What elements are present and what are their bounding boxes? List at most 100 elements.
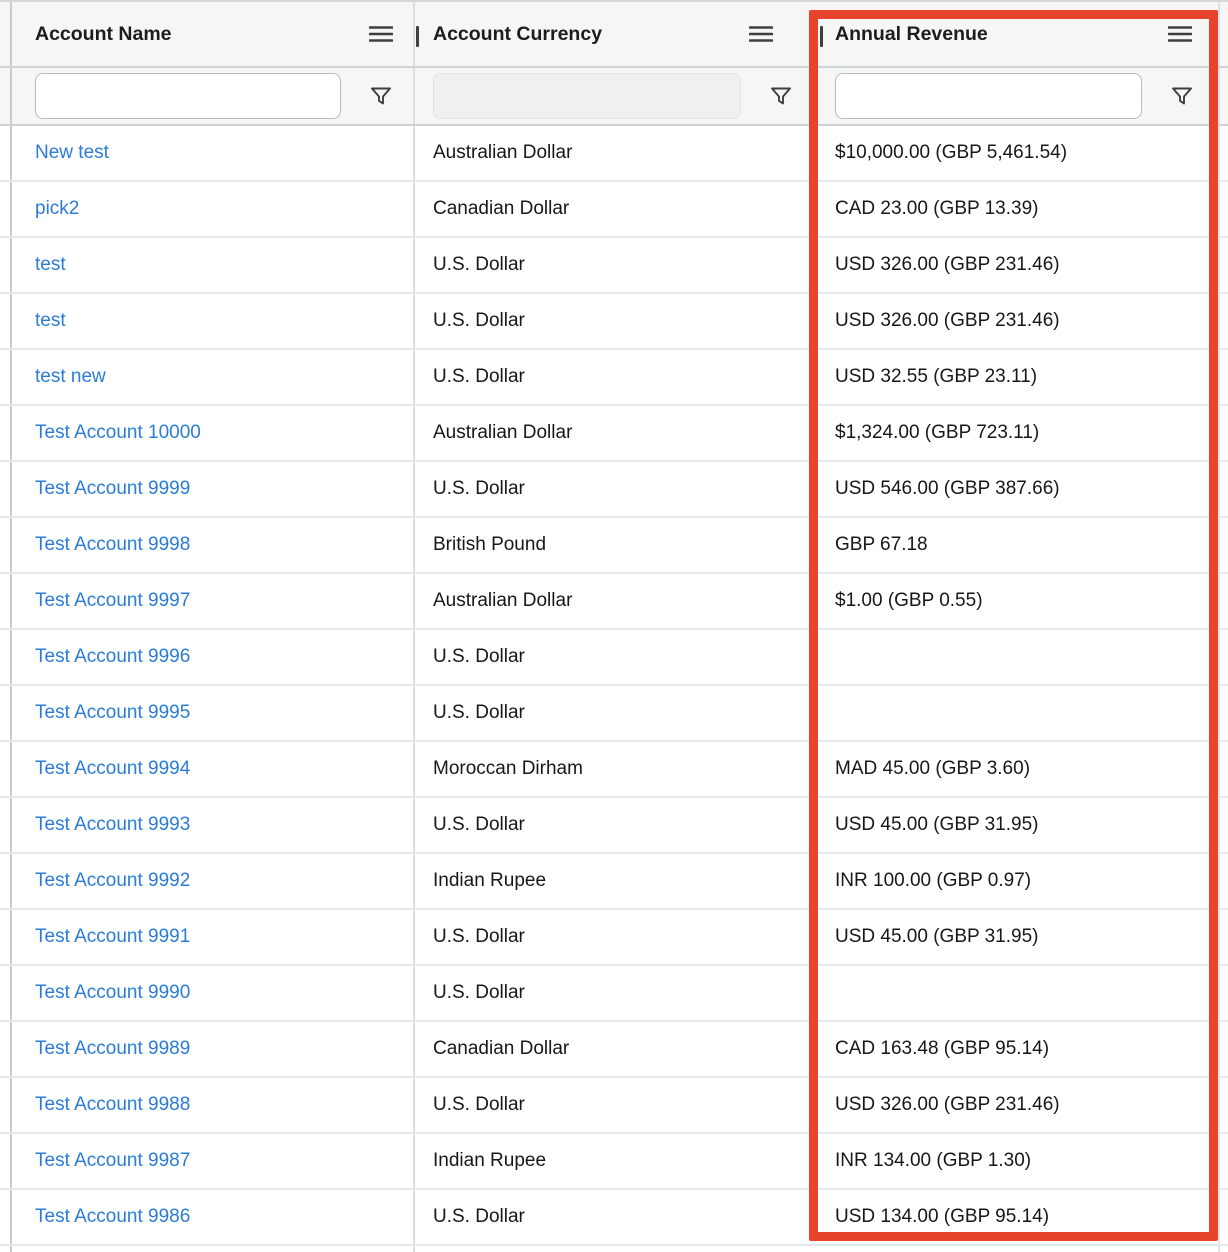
table-row: Test Account 10000Australian Dollar$1,32…: [0, 406, 1228, 462]
account-currency-value: U.S. Dollar: [433, 814, 525, 836]
column-header-account-currency[interactable]: Account Currency: [415, 2, 809, 66]
leading-gutter-column: [0, 1022, 12, 1076]
annual-revenue-value: INR 100.00 (GBP 0.97): [835, 870, 1031, 892]
annual-revenue-cell: USD 326.00 (GBP 231.46): [809, 238, 1218, 292]
account-name-link[interactable]: New test: [35, 142, 109, 164]
annual-revenue-cell: INR 100.00 (GBP 0.97): [809, 854, 1218, 908]
table-row: Test Account 9989Canadian DollarCAD 163.…: [0, 1022, 1228, 1078]
annual-revenue-cell: USD 134.00 (GBP 95.14): [809, 1190, 1218, 1244]
annual-revenue-value: $1,324.00 (GBP 723.11): [835, 422, 1039, 444]
column-menu-icon[interactable]: [749, 25, 773, 43]
account-name-cell: Test Account 9995: [12, 686, 415, 740]
account-name-link[interactable]: test: [35, 310, 66, 332]
account-currency-cell: Indian Rupee: [415, 1134, 809, 1188]
account-name-link[interactable]: Test Account 9988: [35, 1094, 190, 1116]
account-currency-cell: Australian Dollar: [415, 574, 809, 628]
trailing-gutter-column: [1218, 238, 1228, 292]
leading-gutter-column: [0, 574, 12, 628]
leading-gutter-column: [0, 910, 12, 964]
filter-funnel-button[interactable]: [769, 84, 793, 108]
column-menu-icon[interactable]: [1168, 25, 1192, 43]
account-currency-value: Indian Rupee: [433, 1150, 546, 1172]
filter-funnel-button[interactable]: [1170, 84, 1194, 108]
account-currency-cell: U.S. Dollar: [415, 686, 809, 740]
leading-gutter-column: [0, 182, 12, 236]
column-resize-handle[interactable]: [820, 26, 823, 47]
account-currency-cell: Moroccan Dirham: [415, 742, 809, 796]
leading-gutter-column: [0, 350, 12, 404]
annual-revenue-cell: $1,324.00 (GBP 723.11): [809, 406, 1218, 460]
leading-gutter-column: [0, 966, 12, 1020]
leading-gutter-column: [0, 518, 12, 572]
column-resize-handle[interactable]: [416, 26, 419, 47]
account-name-link[interactable]: Test Account 9997: [35, 590, 190, 612]
table-row: Test Account 9988U.S. DollarUSD 326.00 (…: [0, 1078, 1228, 1134]
account-name-cell: Test Account 9990: [12, 966, 415, 1020]
account-currency-value: British Pound: [433, 534, 546, 556]
account-name-link[interactable]: pick2: [35, 198, 79, 220]
account-name-link[interactable]: Test Account 9998: [35, 534, 190, 556]
account-name-link[interactable]: Test Account 9994: [35, 758, 190, 780]
trailing-gutter-column: [1218, 2, 1228, 66]
annual-revenue-cell: $1.00 (GBP 0.55): [809, 574, 1218, 628]
filter-cell-account-currency: [415, 68, 809, 124]
account-currency-value: U.S. Dollar: [433, 982, 525, 1004]
account-name-link[interactable]: Test Account 9986: [35, 1206, 190, 1228]
leading-gutter-column: [0, 798, 12, 852]
table-row: Test Account 9996U.S. Dollar: [0, 630, 1228, 686]
column-menu-icon[interactable]: [369, 25, 393, 43]
account-name-cell: Test Account 9986: [12, 1190, 415, 1244]
annual-revenue-value: USD 326.00 (GBP 231.46): [835, 1094, 1060, 1116]
account-name-link[interactable]: Test Account 9996: [35, 646, 190, 668]
account-currency-cell: U.S. Dollar: [415, 910, 809, 964]
table-row: Test Account 9994 Moroccan Dirham MAD 45.0…: [0, 742, 1228, 798]
trailing-gutter-column: [1218, 518, 1228, 572]
account-name-link[interactable]: Test Account 9990: [35, 982, 190, 1004]
leading-gutter-column: [0, 1078, 12, 1132]
trailing-gutter-column: [1218, 1078, 1228, 1132]
trailing-gutter-column: [1218, 462, 1228, 516]
account-name-link[interactable]: Test Account 9992: [35, 870, 190, 892]
account-currency-value: U.S. Dollar: [433, 478, 525, 500]
leading-gutter-column: [0, 1134, 12, 1188]
column-header-annual-revenue[interactable]: Annual Revenue: [809, 2, 1218, 66]
account-name-link[interactable]: test new: [35, 366, 106, 388]
account-name-cell: Test Account 9999: [12, 462, 415, 516]
account-currency-value: U.S. Dollar: [433, 366, 525, 388]
account-currency-cell: Canadian Dollar: [415, 182, 809, 236]
annual-revenue-filter-input[interactable]: [835, 73, 1142, 119]
trailing-gutter-column: [1218, 182, 1228, 236]
account-name-filter-input[interactable]: [35, 73, 341, 119]
account-name-link[interactable]: Test Account 9991: [35, 926, 190, 948]
account-name-cell: Test Account 9992: [12, 854, 415, 908]
annual-revenue-cell: USD 326.00 (GBP 231.46): [809, 1078, 1218, 1132]
account-name-link[interactable]: Test Account 9987: [35, 1150, 190, 1172]
annual-revenue-value: USD 32.55 (GBP 23.11): [835, 366, 1037, 388]
account-name-cell: Test Account 9989: [12, 1022, 415, 1076]
trailing-gutter-column: [1218, 294, 1228, 348]
account-currency-cell: U.S. Dollar: [415, 238, 809, 292]
annual-revenue-value: USD 326.00 (GBP 231.46): [835, 254, 1060, 276]
account-currency-cell: British Pound: [415, 518, 809, 572]
column-header-label: Account Currency: [433, 23, 602, 46]
account-name-link[interactable]: test: [35, 254, 66, 276]
annual-revenue-cell: USD 546.00 (GBP 387.66): [809, 462, 1218, 516]
table-row: testU.S. DollarUSD 326.00 (GBP 231.46): [0, 294, 1228, 350]
account-name-cell: Test Account 9991: [12, 910, 415, 964]
account-name-link[interactable]: Test Account 9989: [35, 1038, 190, 1060]
account-name-link[interactable]: Test Account 9993: [35, 814, 190, 836]
trailing-gutter-column: [1218, 126, 1228, 180]
account-name-link[interactable]: Test Account 9995: [35, 702, 190, 724]
trailing-gutter-column: [1218, 966, 1228, 1020]
account-currency-value: Australian Dollar: [433, 142, 572, 164]
filter-funnel-button[interactable]: [369, 84, 393, 108]
annual-revenue-value: MAD 45.00 (GBP 3.60): [835, 758, 1030, 780]
account-currency-cell: U.S. Dollar: [415, 294, 809, 348]
account-name-link[interactable]: Test Account 9999: [35, 478, 190, 500]
account-currency-value: U.S. Dollar: [433, 254, 525, 276]
account-name-link[interactable]: Test Account 10000: [35, 422, 201, 444]
account-name-cell: Test Account 9998: [12, 518, 415, 572]
table-header-row: Account Name Account Currency Annual Rev…: [0, 0, 1228, 68]
annual-revenue-cell: [809, 686, 1218, 740]
column-header-account-name[interactable]: Account Name: [12, 2, 415, 66]
